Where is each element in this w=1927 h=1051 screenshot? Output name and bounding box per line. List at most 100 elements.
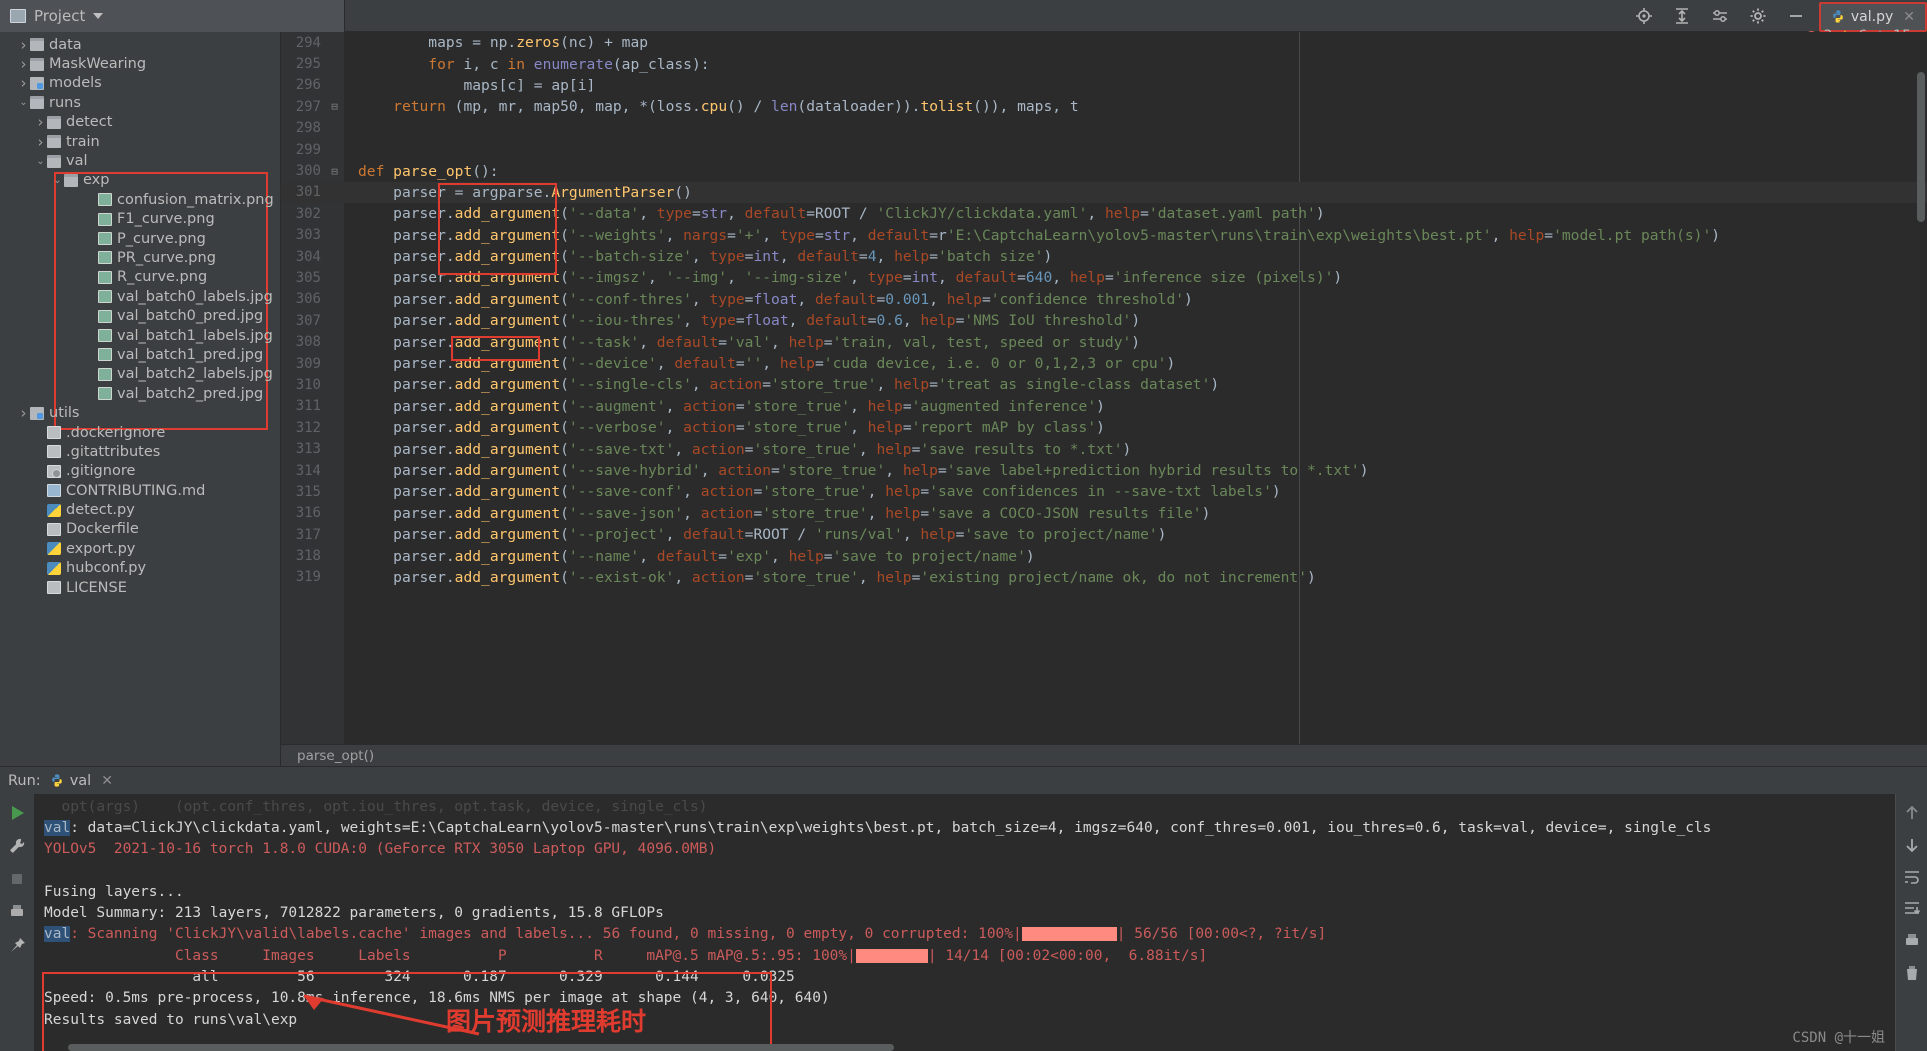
- code-line[interactable]: 318 parser.add_argument('--name', defaul…: [281, 545, 1927, 566]
- tree-item-export-py[interactable]: export.py: [0, 539, 280, 558]
- tree-item-models[interactable]: › models: [0, 74, 280, 93]
- tree-item-val-batch0-pred-jpg[interactable]: val_batch0_pred.jpg: [0, 306, 280, 325]
- locate-icon[interactable]: [1635, 7, 1653, 25]
- tree-item-val-batch2-pred-jpg[interactable]: val_batch2_pred.jpg: [0, 384, 280, 403]
- project-panel-header[interactable]: Project: [0, 0, 345, 32]
- tree-item-confusion-matrix-png[interactable]: confusion_matrix.png: [0, 190, 280, 209]
- tab-val-py[interactable]: val.py ✕: [1818, 1, 1927, 32]
- tree-item-val-batch0-labels-jpg[interactable]: val_batch0_labels.jpg: [0, 287, 280, 306]
- tree-item--gitignore[interactable]: .gitignore: [0, 462, 280, 481]
- run-tab-val[interactable]: val ✕: [50, 773, 113, 789]
- chevron-right-icon[interactable]: ›: [17, 74, 30, 92]
- chevron-right-icon[interactable]: ›: [34, 133, 47, 151]
- tree-item-utils[interactable]: › utils: [0, 403, 280, 422]
- chevron-right-icon[interactable]: ›: [17, 36, 30, 54]
- tree-item--gitattributes[interactable]: .gitattributes: [0, 442, 280, 461]
- code-line[interactable]: 308 parser.add_argument('--task', defaul…: [281, 331, 1927, 352]
- stop-icon[interactable]: [7, 869, 27, 889]
- hide-panel-icon[interactable]: [1787, 7, 1805, 25]
- code-line[interactable]: 309 parser.add_argument('--device', defa…: [281, 353, 1927, 374]
- tree-item-r-curve-png[interactable]: R_curve.png: [0, 268, 280, 287]
- code-line[interactable]: 311 parser.add_argument('--augment', act…: [281, 396, 1927, 417]
- editor-vertical-scrollbar[interactable]: [1917, 72, 1925, 222]
- code-editor[interactable]: 294 maps = np.zeros(nc) + map 295 for i, …: [281, 32, 1927, 766]
- code-line[interactable]: 294 maps = np.zeros(nc) + map: [281, 32, 1927, 53]
- tree-item-dockerfile[interactable]: Dockerfile: [0, 520, 280, 539]
- code-line[interactable]: 317 parser.add_argument('--project', def…: [281, 524, 1927, 545]
- code-line[interactable]: 297 ⊟ return (mp, mr, map50, map, *(loss.…: [281, 96, 1927, 117]
- run-console-output[interactable]: opt(args) (opt.conf_thres, opt.iou_thres…: [34, 794, 1895, 1051]
- code-line[interactable]: 295 for i, c in enumerate(ap_class):: [281, 53, 1927, 74]
- scroll-up-icon[interactable]: [1902, 803, 1922, 823]
- settings-gear-icon[interactable]: [1749, 7, 1767, 25]
- clear-all-icon[interactable]: [1902, 963, 1922, 983]
- code-line[interactable]: 304 parser.add_argument('--batch-size', …: [281, 246, 1927, 267]
- chevron-right-icon[interactable]: ›: [17, 55, 30, 73]
- code-line[interactable]: 296 maps[c] = ap[i]: [281, 75, 1927, 96]
- tree-item-f1-curve-png[interactable]: F1_curve.png: [0, 210, 280, 229]
- soft-wrap-icon[interactable]: [1902, 867, 1922, 887]
- scroll-to-end-icon[interactable]: [1902, 899, 1922, 919]
- tree-item-val[interactable]: ⌄ val: [0, 151, 280, 170]
- code-line[interactable]: 310 parser.add_argument('--single-cls', …: [281, 374, 1927, 395]
- rerun-icon[interactable]: [7, 803, 27, 823]
- tree-item-maskwearing[interactable]: › MaskWearing: [0, 54, 280, 73]
- tree-item-exp[interactable]: ⌄ exp: [0, 171, 280, 190]
- tree-item-val-batch2-labels-jpg[interactable]: val_batch2_labels.jpg: [0, 365, 280, 384]
- chevron-down-icon[interactable]: ⌄: [17, 97, 30, 108]
- folder-icon: [47, 135, 61, 149]
- console-horizontal-scrollbar[interactable]: [68, 1044, 1863, 1051]
- close-icon[interactable]: ✕: [1903, 9, 1915, 25]
- code-content[interactable]: 294 maps = np.zeros(nc) + map 295 for i, …: [281, 32, 1927, 766]
- chevron-down-icon[interactable]: ⌄: [34, 156, 47, 167]
- tree-item-p-curve-png[interactable]: P_curve.png: [0, 229, 280, 248]
- fold-marker-icon[interactable]: ⊟: [325, 100, 344, 113]
- tree-item-license[interactable]: LICENSE: [0, 578, 280, 597]
- code-line[interactable]: 314 parser.add_argument('--save-hybrid',…: [281, 460, 1927, 481]
- tree-item--dockerignore[interactable]: .dockerignore: [0, 423, 280, 442]
- code-line[interactable]: 319 parser.add_argument('--exist-ok', ac…: [281, 567, 1927, 588]
- code-line[interactable]: 313 parser.add_argument('--save-txt', ac…: [281, 438, 1927, 459]
- tree-item-detect[interactable]: › detect: [0, 113, 280, 132]
- tree-item-label: val_batch2_pred.jpg: [117, 385, 264, 402]
- print-icon[interactable]: [7, 902, 27, 922]
- project-tree[interactable]: › data › MaskWearing › models ⌄ runs › detect › tra…: [0, 32, 281, 766]
- breadcrumb[interactable]: parse_opt(): [281, 744, 1927, 766]
- chevron-down-icon[interactable]: [93, 12, 104, 19]
- line-number: 312: [295, 419, 321, 436]
- tree-item-detect-py[interactable]: detect.py: [0, 500, 280, 519]
- expand-all-icon[interactable]: [1673, 7, 1691, 25]
- code-line[interactable]: 300 ⊟ def parse_opt():: [281, 160, 1927, 181]
- print-output-icon[interactable]: [1902, 931, 1922, 951]
- tree-item-val-batch1-labels-jpg[interactable]: val_batch1_labels.jpg: [0, 326, 280, 345]
- chevron-down-icon[interactable]: ⌄: [51, 175, 64, 186]
- code-line[interactable]: 307 parser.add_argument('--iou-thres', t…: [281, 310, 1927, 331]
- tree-item-train[interactable]: › train: [0, 132, 280, 151]
- tree-item-val-batch1-pred-jpg[interactable]: val_batch1_pred.jpg: [0, 345, 280, 364]
- project-panel-title: Project: [34, 6, 86, 25]
- tree-item-runs[interactable]: ⌄ runs: [0, 93, 280, 112]
- code-line[interactable]: 306 parser.add_argument('--conf-thres', …: [281, 289, 1927, 310]
- collapse-all-icon[interactable]: [1711, 7, 1729, 25]
- chevron-right-icon[interactable]: ›: [34, 113, 47, 131]
- chevron-right-icon[interactable]: ›: [17, 404, 30, 422]
- code-line[interactable]: 315 parser.add_argument('--save-conf', a…: [281, 481, 1927, 502]
- code-line[interactable]: 316 parser.add_argument('--save-json', a…: [281, 503, 1927, 524]
- code-line[interactable]: 303 parser.add_argument('--weights', nar…: [281, 225, 1927, 246]
- tree-item-pr-curve-png[interactable]: PR_curve.png: [0, 248, 280, 267]
- fold-marker-icon[interactable]: ⊟: [325, 165, 344, 178]
- scroll-down-icon[interactable]: [1902, 835, 1922, 855]
- code-line[interactable]: 302 parser.add_argument('--data', type=s…: [281, 203, 1927, 224]
- settings-wrench-icon[interactable]: [7, 836, 27, 856]
- code-text: def parse_opt():: [358, 162, 499, 180]
- tree-item-hubconf-py[interactable]: hubconf.py: [0, 559, 280, 578]
- tree-item-data[interactable]: › data: [0, 35, 280, 54]
- code-line[interactable]: 312 parser.add_argument('--verbose', act…: [281, 417, 1927, 438]
- code-line[interactable]: 298: [281, 118, 1927, 139]
- code-line[interactable]: 301 parser = argparse.ArgumentParser(): [281, 181, 1927, 204]
- tree-item-contributing-md[interactable]: CONTRIBUTING.md: [0, 481, 280, 500]
- code-line[interactable]: 305 parser.add_argument('--imgsz', '--im…: [281, 267, 1927, 288]
- close-icon[interactable]: ✕: [101, 773, 113, 789]
- code-line[interactable]: 299: [281, 139, 1927, 160]
- pin-icon[interactable]: [7, 935, 27, 955]
